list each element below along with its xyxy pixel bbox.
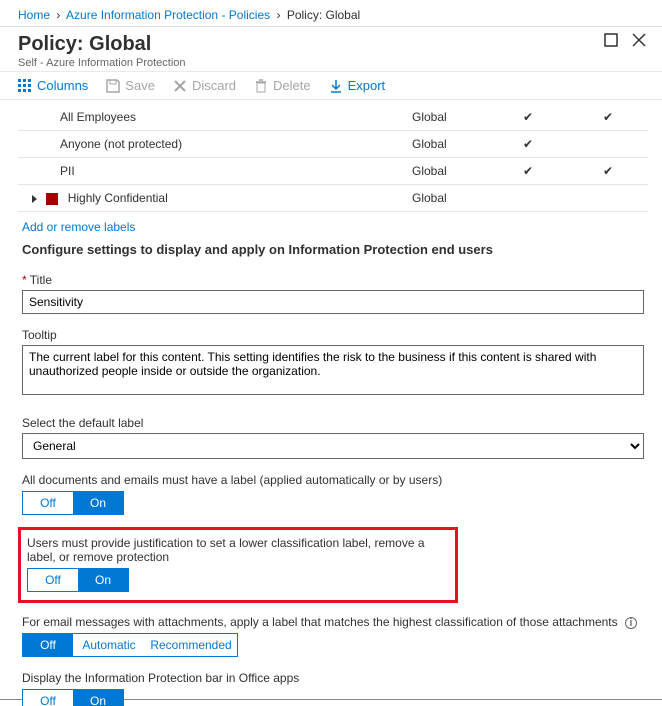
save-button[interactable]: Save bbox=[106, 78, 155, 93]
add-remove-labels-link[interactable]: Add or remove labels bbox=[18, 212, 139, 242]
table-row[interactable]: PII Global ✔ ✔ bbox=[18, 158, 648, 185]
attachment-label-toggle[interactable]: Off Automatic Recommended bbox=[22, 633, 238, 657]
table-row[interactable]: Highly Confidential Global bbox=[18, 185, 648, 212]
title-input[interactable] bbox=[22, 290, 644, 314]
opt-on[interactable]: On bbox=[78, 569, 128, 591]
check-icon: ✔ bbox=[488, 158, 568, 185]
delete-label: Delete bbox=[273, 78, 311, 93]
columns-button[interactable]: Columns bbox=[18, 78, 88, 93]
restore-icon[interactable] bbox=[604, 33, 618, 52]
tooltip-input[interactable] bbox=[22, 345, 644, 395]
justification-toggle[interactable]: Off On bbox=[27, 568, 129, 592]
label-scope: Global bbox=[408, 131, 488, 158]
table-row[interactable]: Anyone (not protected) Global ✔ bbox=[18, 131, 648, 158]
color-swatch-icon bbox=[46, 193, 58, 205]
label-name: Highly Confidential bbox=[18, 185, 408, 212]
delete-button[interactable]: Delete bbox=[254, 78, 311, 93]
download-icon bbox=[329, 79, 343, 93]
page-subtitle: Self - Azure Information Protection bbox=[18, 57, 644, 69]
check-icon: ✔ bbox=[488, 131, 568, 158]
breadcrumb-sep: › bbox=[276, 8, 280, 22]
trash-icon bbox=[254, 79, 268, 93]
breadcrumb: Home › Azure Information Protection - Po… bbox=[0, 0, 662, 27]
check-icon: ✔ bbox=[568, 158, 648, 185]
table-row[interactable]: All Employees Global ✔ ✔ bbox=[18, 104, 648, 131]
close-icon[interactable] bbox=[632, 33, 646, 52]
label-name: Anyone (not protected) bbox=[18, 131, 408, 158]
opt-off[interactable]: Off bbox=[23, 492, 73, 514]
discard-button[interactable]: Discard bbox=[173, 78, 236, 93]
expand-icon[interactable] bbox=[32, 195, 37, 203]
labels-table: All Employees Global ✔ ✔ Anyone (not pro… bbox=[18, 104, 648, 212]
toggle-label: All documents and emails must have a lab… bbox=[22, 473, 644, 487]
label-scope: Global bbox=[408, 185, 488, 212]
opt-off[interactable]: Off bbox=[23, 634, 73, 656]
title-label: Title bbox=[22, 273, 644, 287]
default-label-label: Select the default label bbox=[22, 416, 644, 430]
info-icon[interactable]: i bbox=[625, 617, 637, 629]
columns-label: Columns bbox=[37, 78, 88, 93]
opt-automatic[interactable]: Automatic bbox=[73, 634, 145, 656]
opt-recommended[interactable]: Recommended bbox=[145, 634, 237, 656]
page-header: Policy: Global Self - Azure Information … bbox=[0, 27, 662, 71]
label-scope: Global bbox=[408, 104, 488, 131]
breadcrumb-current: Policy: Global bbox=[287, 8, 360, 22]
toggle-label: Display the Information Protection bar i… bbox=[22, 671, 644, 685]
page-title: Policy: Global bbox=[18, 33, 644, 56]
label-scope: Global bbox=[408, 158, 488, 185]
save-label: Save bbox=[125, 78, 155, 93]
export-label: Export bbox=[348, 78, 386, 93]
opt-on[interactable]: On bbox=[73, 492, 123, 514]
highlighted-justification-setting: Users must provide justification to set … bbox=[18, 527, 458, 603]
toolbar: Columns Save Discard Delete Export bbox=[0, 71, 662, 100]
label-name: All Employees bbox=[18, 104, 408, 131]
opt-off[interactable]: Off bbox=[23, 690, 73, 706]
discard-icon bbox=[173, 79, 187, 93]
breadcrumb-home[interactable]: Home bbox=[18, 8, 50, 22]
opt-on[interactable]: On bbox=[73, 690, 123, 706]
breadcrumb-policies[interactable]: Azure Information Protection - Policies bbox=[66, 8, 270, 22]
label-name: PII bbox=[18, 158, 408, 185]
discard-label: Discard bbox=[192, 78, 236, 93]
content-area[interactable]: All Employees Global ✔ ✔ Anyone (not pro… bbox=[0, 100, 662, 706]
save-icon bbox=[106, 79, 120, 93]
check-icon: ✔ bbox=[488, 104, 568, 131]
breadcrumb-sep: › bbox=[56, 8, 60, 22]
check-icon: ✔ bbox=[568, 104, 648, 131]
section-heading: Configure settings to display and apply … bbox=[18, 242, 648, 265]
display-bar-toggle[interactable]: Off On bbox=[22, 689, 124, 706]
tooltip-label: Tooltip bbox=[22, 328, 644, 342]
toggle-label: For email messages with attachments, app… bbox=[22, 615, 644, 629]
default-label-select[interactable]: General bbox=[22, 433, 644, 459]
toggle-label: Users must provide justification to set … bbox=[27, 536, 449, 564]
opt-off[interactable]: Off bbox=[28, 569, 78, 591]
must-have-label-toggle[interactable]: Off On bbox=[22, 491, 124, 515]
export-button[interactable]: Export bbox=[329, 78, 386, 93]
